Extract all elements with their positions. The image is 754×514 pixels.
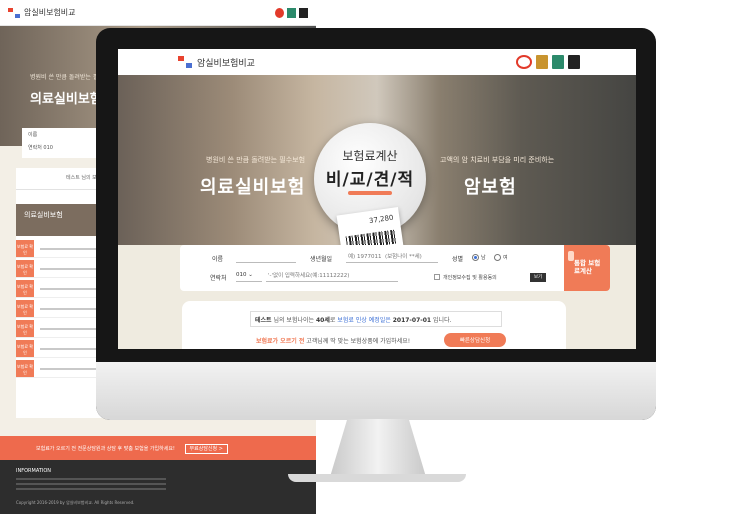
result-card: 테스트 님의 보험나이는 40세로 보험료 인상 예정일은 2017-07-01… [182, 301, 566, 349]
partner-logo-icon [568, 55, 580, 69]
partner-logo-icon [552, 55, 564, 69]
result-age: 40세 [315, 317, 330, 324]
row-line [40, 348, 100, 350]
partner-logo-icon [275, 7, 284, 18]
back-cta-bar: 보험료가 오르기 전 전문상담원과 상담 후 맞춤 보험을 가입하세요! 무료상… [0, 436, 316, 460]
receipt-amount: 37,280 [368, 213, 394, 226]
partner-logo-icon [287, 7, 296, 18]
row-line [40, 248, 100, 250]
result-message-rest: 고객님께 딱 맞는 보험상품에 가입하세요! [306, 338, 411, 345]
site-logo[interactable]: 암실비보험비교 [197, 56, 255, 69]
logo-icon [178, 56, 192, 68]
chevron-down-icon: ⌄ [248, 272, 253, 278]
partner-logo-icon [516, 55, 532, 69]
hero-left-title: 의료실비보험 [200, 177, 306, 198]
partner-logos [516, 55, 580, 69]
phone-prefix-select[interactable]: 010 ⌄ [236, 270, 262, 282]
hero-right-subtitle: 고액의 암 치료비 부담을 미리 준비하는 [440, 156, 555, 164]
consent-label: 개인정보수집 및 활용동의 [443, 275, 497, 281]
phone-prefix-value: 010 [236, 272, 247, 278]
row-line [40, 368, 100, 370]
footer-line [16, 478, 166, 480]
row-tag[interactable]: 보험료 확인 [16, 300, 34, 317]
hero-banner: 병원비 쓴 만큼 돌려받는 필수보험 의료실비보험 고액의 암 치료비 부담을 … [118, 75, 636, 270]
monitor-stand [330, 419, 426, 477]
gender-female-radio[interactable] [494, 254, 501, 261]
row-tag[interactable]: 보험료 확인 [16, 360, 34, 377]
badge-subtitle: 비/교/견/적 [325, 170, 415, 190]
quote-form: 이름 생년월일 성별 남 여 연락처 010 ⌄ 개인정보수집 및 활용동의 보… [180, 245, 564, 291]
logo-icon [8, 7, 20, 18]
quick-consult-button[interactable]: 빠른상담신청 [444, 333, 506, 347]
phone-label: 연락처 [210, 275, 227, 282]
hero-right-title: 암보험 [464, 177, 517, 198]
monitor-screen: 암실비보험비교 병원비 쓴 만큼 돌려받는 필수보험 의료실비보험 고액의 암 … [118, 49, 636, 349]
back-form-name-label: 이름 [28, 132, 38, 138]
row-tag[interactable]: 보험료 확인 [16, 260, 34, 277]
footer-line [16, 488, 166, 490]
phone-input[interactable] [266, 270, 398, 282]
badge-title: 보험료계산 [342, 149, 398, 163]
calculate-button-label: 통합 보험료계산 [574, 259, 601, 276]
birth-label: 생년월일 [310, 256, 333, 263]
partner-logos [275, 7, 308, 18]
monitor-chin [96, 362, 656, 420]
row-tag[interactable]: 보험료 확인 [16, 320, 34, 337]
name-label: 이름 [212, 256, 224, 263]
row-tag[interactable]: 보험료 확인 [16, 280, 34, 297]
site-header: 암실비보험비교 [118, 49, 636, 75]
row-tag[interactable]: 보험료 확인 [16, 240, 34, 257]
gender-male-label: 남 [481, 255, 486, 261]
footer-copyright: Copyright 2016-2019 by 암실비보험비교. All Righ… [16, 500, 135, 505]
back-cta-button[interactable]: 무료상담신청 > [184, 444, 228, 454]
result-name: 테스트 [255, 317, 272, 324]
back-logo-text[interactable]: 암실비보험비교 [24, 7, 76, 18]
row-line [40, 288, 100, 290]
gender-label: 성별 [452, 256, 464, 263]
back-form: 이름 연락처 010 [22, 128, 102, 158]
calculate-button[interactable]: 통합 보험료계산 [564, 245, 610, 291]
result-date: 2017-07-01 [392, 317, 432, 324]
consent-view-button[interactable]: 보기 [530, 273, 546, 282]
result-date-label: 보험료 인상 예정일은 [337, 317, 391, 324]
row-line [40, 268, 100, 270]
back-form-phone-label: 연락처 010 [22, 141, 102, 154]
birth-input[interactable] [346, 251, 438, 263]
back-section-title: 의료실비보험 [16, 204, 96, 236]
row-line [40, 308, 100, 310]
result-text-3: 입니다. [433, 317, 452, 324]
consent-checkbox[interactable] [434, 274, 440, 280]
result-message: 보험료가 오르기 전 고객님께 딱 맞는 보험상품에 가입하세요! [256, 336, 410, 345]
name-input[interactable] [236, 251, 296, 263]
result-highlight: 보험료가 오르기 전 [256, 338, 305, 345]
back-cta-text: 보험료가 오르기 전 전문상담원과 상담 후 맞춤 보험을 가입하세요! [36, 446, 175, 452]
gender-female-label: 여 [503, 255, 508, 261]
gender-male-radio[interactable] [472, 254, 479, 261]
phone-prefix[interactable]: 010 [43, 145, 53, 151]
back-header: 암실비보험비교 [0, 0, 316, 26]
result-text-1: 님의 보험나이는 [273, 317, 315, 324]
partner-logo-icon [299, 7, 308, 18]
back-hero-title: 의료실비보험 [30, 92, 102, 107]
result-text-2: 로 [329, 317, 336, 324]
badge-slot [348, 191, 392, 195]
footer-line [16, 483, 166, 485]
hand-icon [568, 251, 574, 261]
phone-label: 연락처 [28, 145, 42, 151]
monitor-stand-base [288, 474, 466, 482]
result-summary: 테스트 님의 보험나이는 40세로 보험료 인상 예정일은 2017-07-01… [250, 311, 502, 327]
back-footer: INFORMATION Copyright 2016-2019 by 암실비보험… [0, 460, 316, 514]
partner-logo-icon [536, 55, 548, 69]
row-line [40, 328, 100, 330]
hero-left-subtitle: 병원비 쓴 만큼 돌려받는 필수보험 [206, 156, 306, 164]
footer-title: INFORMATION [16, 468, 52, 474]
row-tag[interactable]: 보험료 확인 [16, 340, 34, 357]
